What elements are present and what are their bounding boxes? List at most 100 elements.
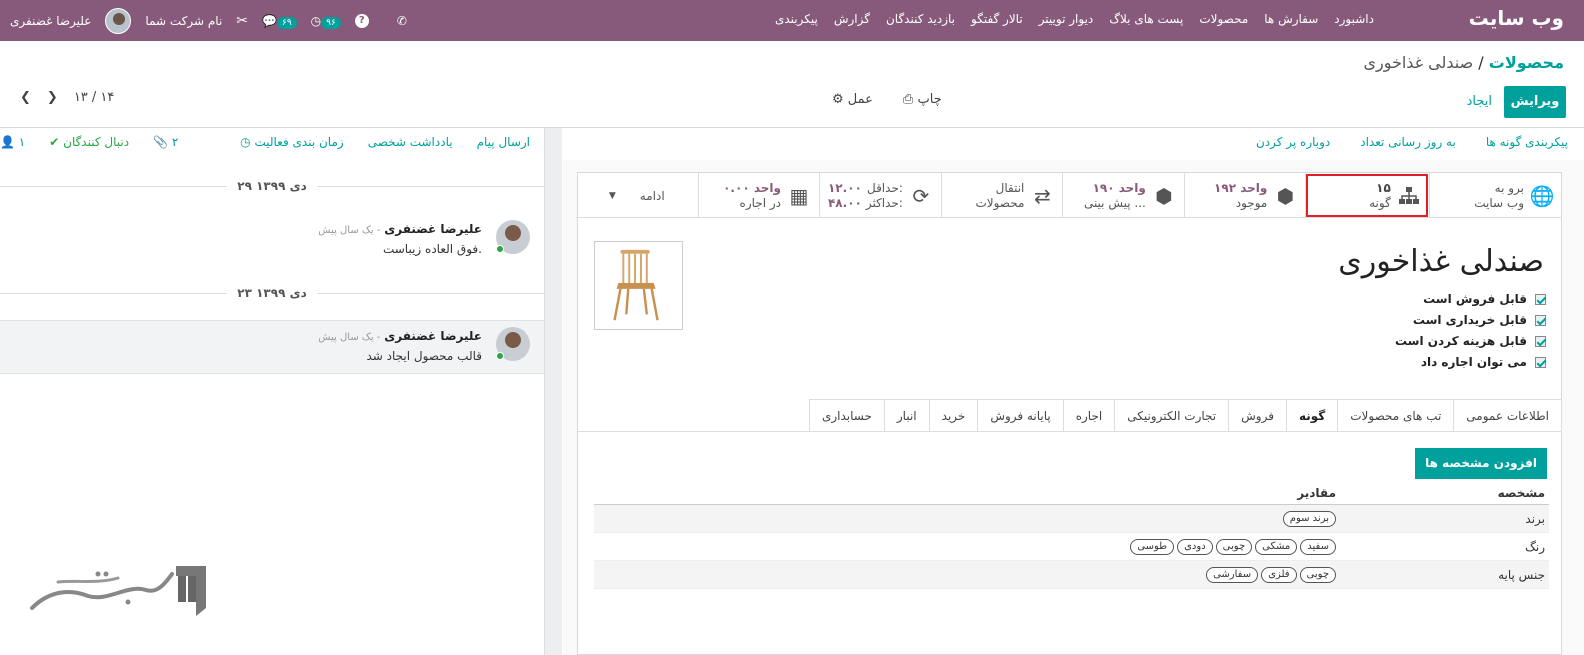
purchase-ok-checkbox[interactable] bbox=[1535, 314, 1546, 326]
transfer-line1: انتقال bbox=[995, 180, 1025, 195]
message-author[interactable]: علیرضا غضنفری bbox=[384, 222, 482, 236]
reordering-smart-button[interactable]: ⟳ حداقل: حداکثر: ۱۲.۰۰ ۴۸.۰۰ bbox=[818, 173, 941, 218]
tab-general-info[interactable]: اطلاعات عمومی bbox=[1453, 399, 1562, 432]
followers-count: ۱ bbox=[18, 135, 26, 149]
transfer-line2: محصولات bbox=[975, 195, 1025, 210]
value-tag: مشکی bbox=[1255, 538, 1298, 555]
edit-button[interactable]: ویرایش bbox=[1504, 86, 1566, 118]
printer-icon: ⎙ bbox=[902, 92, 914, 107]
menu-item-orders[interactable]: سفارش ها bbox=[1264, 12, 1318, 26]
more-smart-button[interactable]: ادامه ▼ bbox=[576, 173, 697, 218]
variants-smart-button[interactable]: ۱۵ گونه bbox=[1305, 173, 1428, 218]
control-panel-divider bbox=[0, 127, 1584, 128]
chatter-scrollbar[interactable] bbox=[544, 128, 562, 655]
value-tag: چوبی bbox=[1299, 566, 1336, 583]
phone-icon[interactable]: ✆ bbox=[397, 14, 407, 28]
tab-ecommerce[interactable]: تجارت الکترونیکی bbox=[1114, 399, 1230, 432]
message-date: - یک سال پیش bbox=[318, 225, 381, 236]
log-note-button[interactable]: یادداشت شخصی bbox=[368, 135, 453, 149]
tab-rental[interactable]: اجاره bbox=[1062, 399, 1116, 432]
add-attribute-button[interactable]: افزودن مشخصه ها bbox=[1415, 448, 1547, 479]
menu-item-blog[interactable]: پست های بلاگ bbox=[1109, 12, 1183, 26]
configure-variants-button[interactable]: پیکربندی گونه ها bbox=[1486, 135, 1568, 149]
menu-item-configuration[interactable]: پیکربندی bbox=[775, 12, 818, 26]
expense-ok-checkbox[interactable] bbox=[1535, 335, 1546, 347]
main-menu: داشبورد سفارش ها محصولات پست های بلاگ دی… bbox=[775, 12, 1374, 26]
pager-prev-icon[interactable]: ❮ bbox=[20, 90, 31, 105]
forecast-value: ۱۹۰ واحد bbox=[1092, 180, 1146, 195]
create-button[interactable]: ایجاد bbox=[1467, 86, 1492, 118]
message-header: علیرضا غضنفری - یک سال پیش bbox=[318, 329, 482, 343]
cubes-icon: ⬢ bbox=[1155, 183, 1173, 208]
menu-item-twitter[interactable]: دیوار توییتر bbox=[1039, 12, 1094, 26]
attachments-button[interactable]: 📎 ۲ bbox=[153, 135, 178, 149]
tab-sales[interactable]: فروش bbox=[1228, 399, 1287, 432]
message-header: علیرضا غضنفری - یک سال پیش bbox=[318, 222, 482, 236]
col-attribute[interactable]: مشخصه bbox=[1344, 486, 1549, 500]
tab-purchase[interactable]: خرید bbox=[928, 399, 979, 432]
user-name[interactable]: علیرضا غضنفری bbox=[10, 14, 91, 28]
product-image[interactable] bbox=[594, 241, 683, 330]
user-icon: 👤 bbox=[0, 135, 15, 149]
more-label: ادامه bbox=[639, 188, 665, 203]
table-row[interactable]: برند برند سوم bbox=[594, 505, 1549, 533]
table-row[interactable]: رنگ سفید مشکی چوبی دودی طوسی bbox=[594, 533, 1549, 561]
message-author[interactable]: علیرضا غضنفری bbox=[384, 329, 482, 343]
tab-accounting[interactable]: حسابداری bbox=[808, 399, 885, 432]
update-quantity-button[interactable]: به روز رسانی تعداد bbox=[1360, 135, 1456, 149]
product-name[interactable]: صندلی غذاخوری bbox=[1338, 244, 1544, 279]
date-separator: ۲۳ دی ۱۳۹۹ bbox=[0, 286, 544, 300]
menu-item-forum[interactable]: تالار گفتگو bbox=[971, 12, 1023, 26]
purchase-ok-flag: قابل خریداری است bbox=[1395, 313, 1546, 327]
sale-ok-checkbox[interactable] bbox=[1535, 293, 1546, 305]
tools-icon[interactable]: ✂ bbox=[236, 13, 248, 29]
menu-item-reporting[interactable]: گزارش bbox=[834, 12, 870, 26]
sale-ok-flag: قابل فروش است bbox=[1395, 292, 1546, 306]
user-avatar[interactable] bbox=[105, 8, 132, 34]
forecast-smart-button[interactable]: ⬢ ۱۹۰ واحد پیش بینی ... bbox=[1062, 173, 1183, 218]
pager-next-icon[interactable]: ❯ bbox=[47, 90, 58, 105]
rent-ok-checkbox[interactable] bbox=[1535, 356, 1546, 368]
date-label: ۲۹ دی ۱۳۹۹ bbox=[237, 179, 307, 193]
messages-menu[interactable]: 💬 ۶۹ bbox=[262, 14, 297, 29]
table-row[interactable]: جنس پایه چوبی فلزی سفارشی bbox=[594, 561, 1549, 589]
activities-menu[interactable]: ◷ ۹۶ bbox=[311, 14, 341, 29]
send-message-button[interactable]: ارسال پیام bbox=[477, 135, 530, 149]
action-menu[interactable]: ⚙ عمل bbox=[832, 92, 873, 107]
chatter-topbar: ارسال پیام یادداشت شخصی ◷ زمان بندی فعال… bbox=[0, 135, 540, 149]
value-tag: چوبی bbox=[1215, 538, 1253, 555]
company-switcher[interactable]: نام شرکت شما bbox=[145, 14, 222, 28]
following-button[interactable]: ✔ دنبال کنندگان bbox=[49, 135, 129, 149]
pager-value[interactable]: ۱۳ / ۱۴ bbox=[74, 90, 115, 105]
date-label: ۲۳ دی ۱۳۹۹ bbox=[237, 286, 307, 300]
tab-inventory[interactable]: انبار bbox=[883, 399, 930, 432]
menu-item-dashboard[interactable]: داشبورد bbox=[1334, 12, 1374, 26]
gear-icon: ⚙ bbox=[832, 92, 844, 107]
col-values[interactable]: مقادیر bbox=[594, 486, 1344, 500]
onhand-smart-button[interactable]: ⬢ ۱۹۲ واحد موجود bbox=[1183, 173, 1305, 218]
sitemap-icon bbox=[1397, 184, 1421, 208]
value-tag: برند سوم bbox=[1282, 510, 1336, 527]
transfers-smart-button[interactable]: ⇄ انتقال محصولات bbox=[940, 173, 1062, 218]
rent-ok-label: می توان اجاره داد bbox=[1420, 355, 1527, 369]
globe-icon: 🌐 bbox=[1529, 183, 1555, 208]
systray: علیرضا غضنفری نام شرکت شما ✂ 💬 ۶۹ ◷ ۹۶ ? ✆ bbox=[10, 8, 407, 34]
tab-variants[interactable]: گونه bbox=[1285, 399, 1339, 432]
tab-product-tabs[interactable]: تب های محصولات bbox=[1337, 399, 1455, 432]
message-date: - یک سال پیش bbox=[318, 332, 381, 343]
app-brand[interactable]: وب سایت bbox=[1469, 6, 1564, 30]
website-smart-button[interactable]: 🌐 برو به وب سایت bbox=[1428, 173, 1562, 218]
followers-button[interactable]: 👤 ۱ bbox=[0, 135, 25, 149]
onhand-value: ۱۹۲ واحد bbox=[1214, 180, 1268, 195]
min-label: حداقل: bbox=[866, 180, 903, 195]
breadcrumb-separator: / bbox=[1478, 53, 1484, 72]
print-menu[interactable]: ⎙ چاپ bbox=[903, 92, 942, 107]
menu-item-visitors[interactable]: بازدید کنندگان bbox=[886, 12, 955, 26]
tab-pos[interactable]: پایانه فروش bbox=[977, 399, 1064, 432]
replenish-button[interactable]: دوباره پر کردن bbox=[1256, 135, 1330, 149]
menu-item-products[interactable]: محصولات bbox=[1199, 12, 1248, 26]
schedule-activity-button[interactable]: ◷ زمان بندی فعالیت bbox=[240, 135, 344, 149]
breadcrumb-parent[interactable]: محصولات bbox=[1489, 53, 1564, 72]
rental-smart-button[interactable]: ▦ ۰.۰۰ واحد در اجاره bbox=[697, 173, 819, 218]
help-icon[interactable]: ? bbox=[354, 14, 369, 28]
